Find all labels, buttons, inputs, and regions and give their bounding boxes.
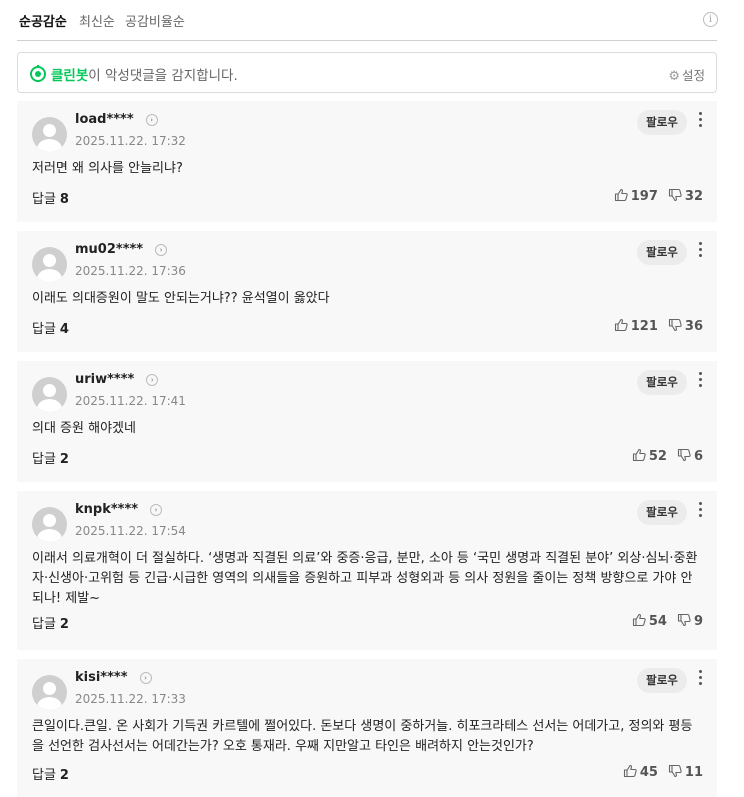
reply-count: 8 bbox=[59, 192, 69, 207]
thumbs-down-icon bbox=[668, 764, 685, 780]
cleanbot-icon bbox=[30, 65, 46, 82]
like-button[interactable]: 121 bbox=[614, 318, 658, 334]
reply-count: 2 bbox=[59, 452, 69, 467]
sort-tab-latest[interactable]: 최신순 bbox=[79, 11, 115, 30]
more-options-icon[interactable] bbox=[696, 502, 704, 520]
like-count: 52 bbox=[648, 449, 667, 464]
like-button[interactable]: 45 bbox=[623, 764, 658, 780]
sort-tab-likes[interactable]: 순공감순 bbox=[19, 11, 67, 30]
avatar[interactable] bbox=[32, 117, 67, 152]
cleanbot-text: 이 악성댓글을 감지합니다. bbox=[88, 68, 238, 84]
more-options-icon[interactable] bbox=[696, 372, 704, 390]
comment-username[interactable]: knpk**** › bbox=[75, 502, 163, 517]
reply-count: 4 bbox=[59, 322, 69, 337]
comment-username[interactable]: mu02**** › bbox=[75, 242, 168, 257]
vote-group: 52 6 bbox=[632, 448, 703, 464]
like-button[interactable]: 52 bbox=[632, 448, 667, 464]
vote-group: 121 36 bbox=[614, 318, 703, 334]
dislike-button[interactable]: 36 bbox=[668, 318, 703, 334]
more-options-icon[interactable] bbox=[696, 242, 704, 260]
thumbs-up-icon bbox=[632, 448, 649, 464]
comment-text: 의대 증원 해야겠네 bbox=[32, 421, 136, 436]
reply-button[interactable]: 답글 2 bbox=[32, 613, 69, 632]
comment-username[interactable]: uriw**** › bbox=[75, 372, 159, 387]
follow-button[interactable]: 팔로우 bbox=[637, 110, 687, 135]
settings-label: 설정 bbox=[681, 68, 705, 83]
like-count: 54 bbox=[648, 614, 667, 629]
reply-button[interactable]: 답글 2 bbox=[32, 764, 69, 783]
sort-tab-bar: 순공감순 최신순 공감비율순 i bbox=[17, 0, 718, 41]
reply-count: 2 bbox=[59, 617, 69, 632]
comment-timestamp: 2025.11.22. 17:36 bbox=[75, 264, 186, 278]
comment-item: knpk**** › 2025.11.22. 17:54 팔로우이래서 의료개혁이 더… bbox=[17, 491, 717, 650]
dislike-count: 9 bbox=[693, 614, 703, 629]
comment-text: 큰일이다.큰일. 온 사회가 기득권 카르텔에 쩔어있다. 돈보다 생명이 중하… bbox=[32, 719, 693, 754]
avatar[interactable] bbox=[32, 507, 67, 542]
chevron-right-icon[interactable]: › bbox=[145, 113, 158, 126]
chevron-right-icon[interactable]: › bbox=[139, 671, 152, 684]
thumbs-up-icon bbox=[614, 188, 631, 204]
follow-button[interactable]: 팔로우 bbox=[637, 240, 687, 265]
comment-timestamp: 2025.11.22. 17:54 bbox=[75, 524, 186, 538]
comment-text: 이래도 의대증원이 말도 안되는거냐?? 윤석열이 옳았다 bbox=[32, 291, 330, 306]
reply-count: 2 bbox=[59, 768, 69, 783]
follow-button[interactable]: 팔로우 bbox=[637, 370, 687, 395]
vote-group: 45 11 bbox=[623, 764, 703, 780]
dislike-count: 36 bbox=[684, 319, 703, 334]
like-count: 45 bbox=[639, 765, 658, 780]
comment-timestamp: 2025.11.22. 17:33 bbox=[75, 692, 186, 706]
comment-username[interactable]: kisi**** › bbox=[75, 670, 152, 685]
more-options-icon[interactable] bbox=[696, 670, 704, 688]
like-button[interactable]: 54 bbox=[632, 613, 667, 629]
vote-group: 54 9 bbox=[632, 613, 703, 629]
dislike-button[interactable]: 32 bbox=[668, 188, 703, 204]
cleanbot-settings-button[interactable]: ⚙ 설정 bbox=[668, 65, 705, 84]
thumbs-down-icon bbox=[677, 448, 694, 464]
dislike-button[interactable]: 11 bbox=[668, 764, 703, 780]
comment-item: load**** › 2025.11.22. 17:32 팔로우저러면 왜 의사를 안… bbox=[17, 101, 717, 222]
like-count: 121 bbox=[630, 319, 658, 334]
thumbs-down-icon bbox=[677, 613, 694, 629]
thumbs-down-icon bbox=[668, 318, 685, 334]
dislike-count: 11 bbox=[684, 765, 703, 780]
info-icon[interactable]: i bbox=[703, 12, 718, 27]
cleanbot-brand: 클린봇 bbox=[51, 68, 89, 84]
chevron-right-icon[interactable]: › bbox=[155, 243, 168, 256]
reply-button[interactable]: 답글 8 bbox=[32, 188, 69, 207]
cleanbot-message: 클린봇이 악성댓글을 감지합니다. bbox=[51, 64, 238, 84]
comment-item: kisi**** › 2025.11.22. 17:33 팔로우큰일이다.큰일. 온 … bbox=[17, 659, 717, 797]
follow-button[interactable]: 팔로우 bbox=[637, 500, 687, 525]
cleanbot-bar: 클린봇이 악성댓글을 감지합니다. ⚙ 설정 bbox=[17, 52, 717, 93]
comment-item: uriw**** › 2025.11.22. 17:41 팔로우의대 증원 해야겠네답… bbox=[17, 361, 717, 482]
comment-text: 저러면 왜 의사를 안늘리냐? bbox=[32, 161, 183, 176]
reply-button[interactable]: 답글 4 bbox=[32, 318, 69, 337]
comment-item: mu02**** › 2025.11.22. 17:36 팔로우이래도 의대증원이 말… bbox=[17, 231, 717, 352]
gear-icon: ⚙ bbox=[668, 69, 680, 84]
avatar[interactable] bbox=[32, 247, 67, 282]
dislike-count: 32 bbox=[684, 189, 703, 204]
thumbs-down-icon bbox=[668, 188, 685, 204]
dislike-count: 6 bbox=[693, 449, 703, 464]
comment-timestamp: 2025.11.22. 17:41 bbox=[75, 394, 186, 408]
sort-tab-like-ratio[interactable]: 공감비율순 bbox=[125, 11, 185, 30]
like-button[interactable]: 197 bbox=[614, 188, 658, 204]
avatar[interactable] bbox=[32, 675, 67, 710]
vote-group: 197 32 bbox=[614, 188, 703, 204]
follow-button[interactable]: 팔로우 bbox=[637, 668, 687, 693]
thumbs-up-icon bbox=[632, 613, 649, 629]
chevron-right-icon[interactable]: › bbox=[150, 503, 163, 516]
comment-text: 이래서 의료개혁이 더 절실하다. ‘생명과 직결된 의료’와 중증·응급, 분… bbox=[32, 551, 698, 606]
comment-username[interactable]: load**** › bbox=[75, 112, 158, 127]
more-options-icon[interactable] bbox=[696, 112, 704, 130]
avatar[interactable] bbox=[32, 377, 67, 412]
thumbs-up-icon bbox=[614, 318, 631, 334]
chevron-right-icon[interactable]: › bbox=[146, 373, 159, 386]
comment-timestamp: 2025.11.22. 17:32 bbox=[75, 134, 186, 148]
like-count: 197 bbox=[630, 189, 658, 204]
reply-button[interactable]: 답글 2 bbox=[32, 448, 69, 467]
dislike-button[interactable]: 9 bbox=[677, 613, 703, 629]
dislike-button[interactable]: 6 bbox=[677, 448, 703, 464]
thumbs-up-icon bbox=[623, 764, 640, 780]
